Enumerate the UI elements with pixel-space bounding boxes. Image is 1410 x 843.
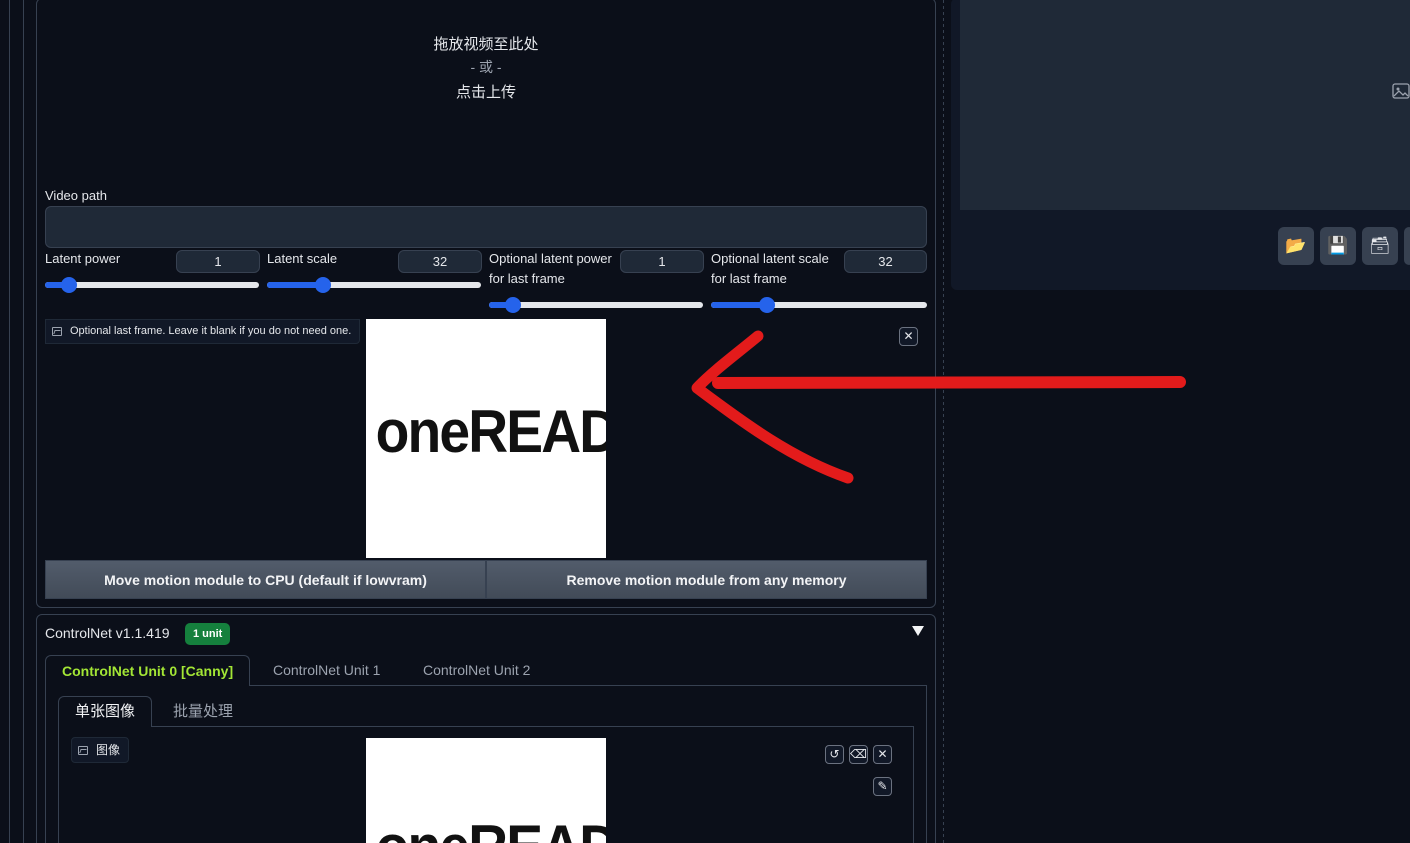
unit-count-badge: 1 unit — [185, 623, 231, 645]
tab-controlnet-unit-2[interactable]: ControlNet Unit 2 — [423, 655, 530, 685]
close-icon: ✕ — [877, 747, 888, 761]
move-to-cpu-button[interactable]: Move motion module to CPU (default if lo… — [45, 560, 486, 599]
collapse-caret-icon[interactable] — [912, 626, 924, 636]
image-icon — [78, 745, 88, 755]
clear-controlnet-image-button[interactable]: ✕ — [873, 745, 892, 764]
eraser-icon: ⌫ — [850, 747, 867, 761]
remove-from-memory-button[interactable]: Remove motion module from any memory — [486, 560, 927, 599]
tab-controlnet-unit-1[interactable]: ControlNet Unit 1 — [273, 655, 380, 685]
controlnet-title[interactable]: ControlNet v1.1.419 — [45, 625, 170, 641]
controlnet-image-label-text: 图像 — [96, 742, 121, 757]
undo-icon: ↺ — [829, 747, 840, 761]
tab-single-image[interactable]: 单张图像 — [58, 696, 153, 727]
eraser-button[interactable]: ⌫ — [849, 745, 868, 764]
logo-text: oneREAD — [376, 812, 606, 843]
brush-button[interactable]: ✎ — [873, 777, 892, 796]
brush-icon: ✎ — [877, 779, 888, 793]
tab-batch-process[interactable]: 批量处理 — [173, 697, 233, 727]
controlnet-input-image[interactable]: oneREAD — [366, 738, 606, 843]
controlnet-image-label: 图像 — [71, 737, 130, 763]
undo-button[interactable]: ↺ — [825, 745, 844, 764]
tab-controlnet-unit-0[interactable]: ControlNet Unit 0 [Canny] — [45, 655, 251, 686]
